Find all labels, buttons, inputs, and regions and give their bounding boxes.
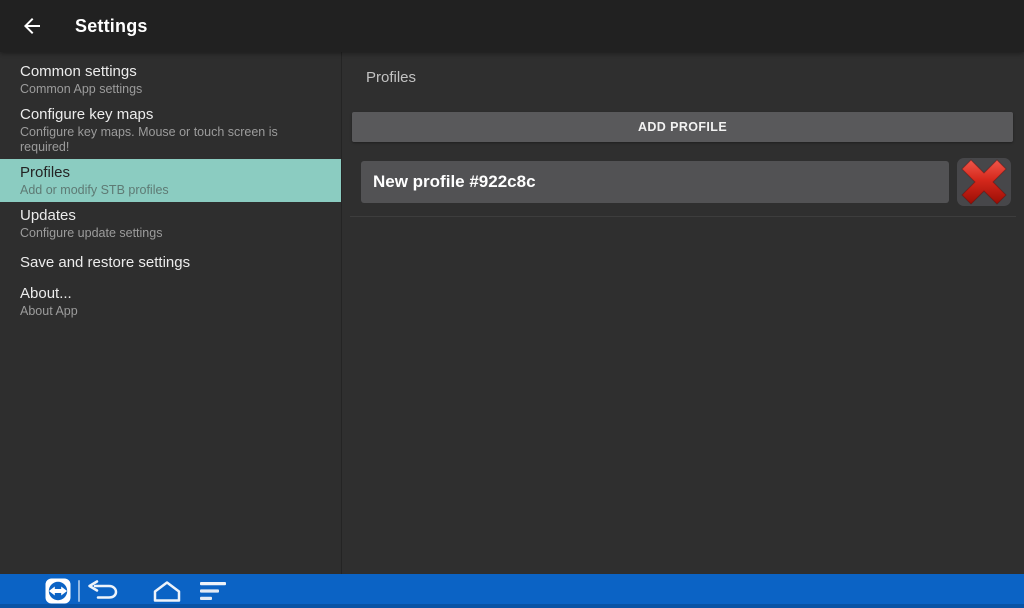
nav-home-button[interactable] bbox=[150, 579, 184, 603]
page-title: Settings bbox=[75, 16, 148, 37]
list-divider bbox=[350, 216, 1016, 217]
back-icon bbox=[85, 580, 121, 602]
teamviewer-button[interactable] bbox=[45, 578, 71, 604]
add-profile-button[interactable]: ADD PROFILE bbox=[352, 112, 1013, 142]
recents-icon bbox=[200, 581, 227, 601]
sidebar-item-subtitle: Configure update settings bbox=[20, 226, 325, 241]
nav-back-button[interactable] bbox=[85, 580, 121, 602]
teamviewer-icon bbox=[45, 578, 71, 604]
sidebar-item-title: Profiles bbox=[20, 163, 325, 182]
sidebar-item-profiles[interactable]: Profiles Add or modify STB profiles bbox=[0, 159, 341, 202]
sidebar-item-title: Common settings bbox=[20, 62, 325, 81]
sidebar-item-subtitle: Configure key maps. Mouse or touch scree… bbox=[20, 125, 325, 155]
sidebar-item-about[interactable]: About... About App bbox=[0, 280, 341, 323]
sidebar-item-subtitle: About App bbox=[20, 304, 325, 319]
sidebar-item-title: Configure key maps bbox=[20, 105, 325, 124]
sidebar-item-save-restore[interactable]: Save and restore settings bbox=[0, 245, 341, 280]
android-nav-bar bbox=[0, 574, 1024, 608]
top-app-bar: Settings bbox=[0, 0, 1024, 52]
sidebar-item-title: Updates bbox=[20, 206, 325, 225]
back-button[interactable] bbox=[10, 0, 54, 52]
sidebar-item-updates[interactable]: Updates Configure update settings bbox=[0, 202, 341, 245]
profile-name-field[interactable]: New profile #922c8c bbox=[361, 161, 949, 203]
nav-recents-button[interactable] bbox=[200, 581, 227, 601]
delete-profile-button[interactable] bbox=[956, 157, 1012, 207]
sidebar-item-subtitle: Add or modify STB profiles bbox=[20, 183, 325, 198]
content-area: Common settings Common App settings Conf… bbox=[0, 52, 1024, 574]
sidebar-item-title: Save and restore settings bbox=[20, 253, 325, 272]
red-x-icon bbox=[956, 157, 1012, 207]
sidebar-item-configure-key-maps[interactable]: Configure key maps Configure key maps. M… bbox=[0, 101, 341, 159]
sidebar-item-common-settings[interactable]: Common settings Common App settings bbox=[0, 58, 341, 101]
home-icon bbox=[150, 579, 184, 603]
nav-bar-divider bbox=[78, 580, 80, 602]
arrow-left-icon bbox=[20, 14, 44, 38]
sidebar-item-subtitle: Common App settings bbox=[20, 82, 325, 97]
sidebar-item-title: About... bbox=[20, 284, 325, 303]
section-header: Profiles bbox=[366, 69, 416, 86]
settings-sidebar: Common settings Common App settings Conf… bbox=[0, 52, 341, 574]
profile-row: New profile #922c8c bbox=[361, 156, 1012, 208]
profiles-panel: Profiles ADD PROFILE New profile #922c8c bbox=[342, 52, 1024, 574]
